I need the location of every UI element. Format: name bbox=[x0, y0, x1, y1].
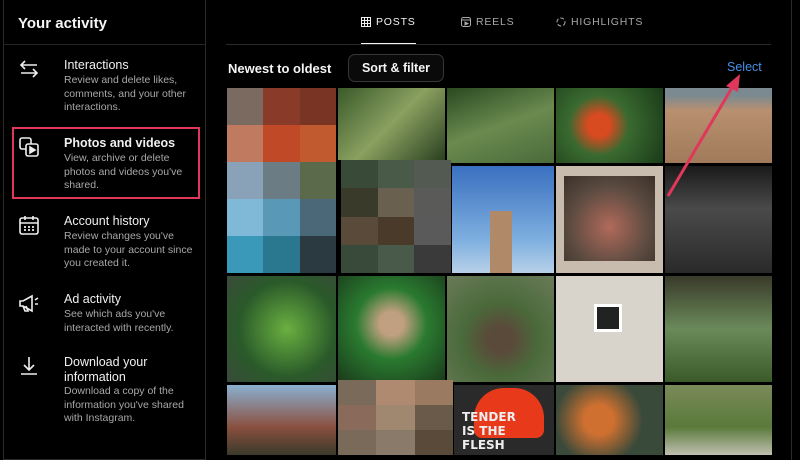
annotation-arrow bbox=[666, 74, 740, 197]
